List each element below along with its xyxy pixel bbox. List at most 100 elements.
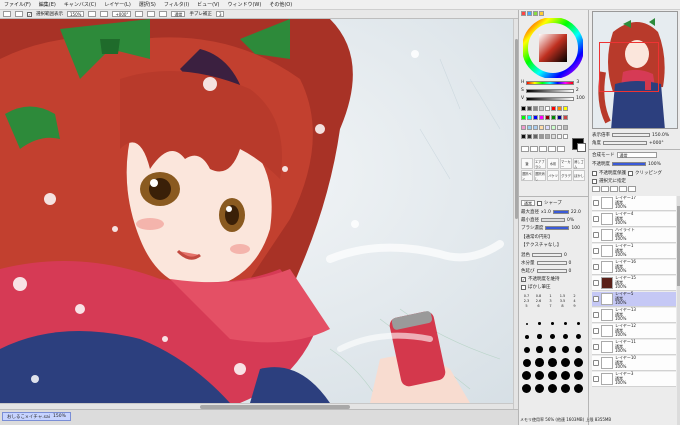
color-swatch[interactable] [557, 124, 562, 130]
layer-visibility-eye-icon[interactable] [593, 376, 599, 382]
layer-row[interactable]: レイヤー10 通常 100% [592, 356, 676, 371]
hsv-slider-v[interactable]: V 100 [521, 96, 585, 101]
layer-row[interactable]: レイヤー16 通常 100% [592, 260, 676, 275]
brush-size-dot-button[interactable] [521, 370, 532, 381]
layer-opacity-slider[interactable] [612, 162, 646, 166]
swatch-grid[interactable] [521, 106, 571, 142]
secondary-color-swatch[interactable] [577, 143, 586, 152]
zoom-out-button[interactable] [88, 11, 97, 17]
keep-opacity-check[interactable]: ✓ [521, 276, 526, 282]
hue-bar[interactable] [526, 80, 575, 85]
new-layer-button[interactable] [592, 186, 600, 192]
brush-size-dot-button[interactable] [547, 344, 558, 355]
water-slider[interactable] [536, 261, 567, 265]
brush-size-dot-button[interactable] [573, 383, 584, 394]
brush-size-dot-button[interactable] [521, 344, 532, 355]
brush-size-cell[interactable]: 2 [569, 294, 580, 298]
brush-size-dot-button[interactable] [534, 383, 545, 394]
color-swatch[interactable] [533, 124, 538, 130]
brush-min-slider[interactable] [541, 218, 565, 222]
color-swatch[interactable] [563, 115, 568, 121]
brush-preset-8[interactable]: グラデ [560, 170, 572, 181]
document-tab[interactable]: おしるこ×イチャ.sai 150% [2, 412, 71, 421]
color-wheel[interactable] [523, 18, 583, 78]
color-swatch[interactable] [551, 115, 556, 121]
brush-preset-1[interactable]: エアブラシ [534, 158, 546, 169]
brush-size-dot-button[interactable] [547, 357, 558, 368]
layer-row[interactable]: レイヤー3 通常 100% [592, 372, 676, 387]
color-swatch[interactable] [551, 133, 556, 139]
color-swatch[interactable] [545, 115, 550, 121]
color-swatch[interactable] [527, 115, 532, 121]
menu-item-2[interactable]: キャンバス(C) [64, 1, 96, 8]
brush-size-dot-button[interactable] [560, 357, 571, 368]
value-bar[interactable] [526, 96, 575, 101]
nav-angle-slider[interactable] [603, 141, 647, 145]
brush-size-cell[interactable]: 2.3 [521, 299, 532, 303]
lasso-tool-icon[interactable] [530, 146, 538, 152]
color-swatch[interactable] [563, 124, 568, 130]
opacity-protect-row[interactable]: 不透明度保護 クリッピング [592, 170, 662, 176]
brush-size-slider[interactable] [552, 210, 569, 214]
color-swatch[interactable] [521, 115, 526, 121]
brush-size-dot-button[interactable] [521, 357, 532, 368]
color-swatch[interactable] [539, 106, 544, 111]
color-swatch[interactable] [527, 124, 532, 130]
blend-slider[interactable] [532, 253, 562, 257]
brush-size-dot-button[interactable] [521, 383, 532, 394]
layer-visibility-eye-icon[interactable] [593, 280, 599, 286]
brush-size-dot-button[interactable] [534, 370, 545, 381]
color-swatch[interactable] [527, 133, 532, 139]
brush-size-dot-button[interactable] [547, 318, 558, 329]
brush-size-dot-button[interactable] [547, 370, 558, 381]
new-folder-button[interactable] [601, 186, 609, 192]
color-swatch[interactable] [557, 133, 562, 139]
angle-select[interactable]: +000° [112, 11, 132, 17]
brush-size-cell[interactable]: 9 [569, 304, 580, 308]
brush-size-dot-button[interactable] [534, 331, 545, 342]
merge-down-button[interactable] [619, 186, 627, 192]
hsv-slider-s[interactable]: S 2 [521, 88, 579, 93]
blur-pressure-check[interactable] [521, 284, 526, 290]
color-swatch[interactable] [539, 124, 544, 130]
opacity-protect-check[interactable] [592, 170, 597, 176]
blur-pressure-row[interactable]: ぼかし筆圧 [521, 284, 551, 290]
color-swatch[interactable] [545, 106, 550, 111]
saturation-bar[interactable] [525, 88, 574, 93]
brush-texture-row[interactable]: 【テクスチャなし】 [521, 242, 561, 248]
brush-size-cell[interactable]: 0.8 [533, 294, 544, 298]
layer-visibility-eye-icon[interactable] [593, 328, 599, 334]
layer-blend-select[interactable]: 通常 [616, 152, 657, 158]
brush-shape-row[interactable]: 【通常の円形】 [521, 234, 553, 240]
brush-preset-7[interactable]: バケツ [547, 170, 559, 181]
redo-button[interactable] [15, 11, 23, 17]
layer-visibility-eye-icon[interactable] [593, 312, 599, 318]
menu-item-4[interactable]: 選択(S) [139, 1, 156, 8]
layer-row[interactable]: ハイライト 通常 100% [592, 228, 676, 243]
hsv-slider-h[interactable]: H 3 [521, 80, 579, 85]
color-swatch[interactable] [521, 106, 526, 111]
copy-layer-button[interactable] [610, 186, 618, 192]
stretch-slider[interactable] [536, 269, 567, 273]
brush-size-cell[interactable]: 8 [557, 304, 568, 308]
layer-visibility-eye-icon[interactable] [593, 232, 599, 238]
brush-preset-5[interactable]: 選択ペン [521, 170, 533, 181]
brush-blend-select[interactable]: 通常 [521, 200, 535, 206]
rgb-slider-icon[interactable] [527, 11, 532, 16]
navigator-preview[interactable] [592, 11, 678, 129]
brush-preset-2[interactable]: 水彩 [547, 158, 559, 169]
color-swatch[interactable] [551, 124, 556, 130]
brush-edge-check[interactable] [537, 200, 542, 206]
rotate-left-button[interactable] [135, 11, 144, 17]
selection-display-checkbox[interactable]: ✓ [27, 11, 32, 17]
brush-size-dot-button[interactable] [560, 383, 571, 394]
menu-item-8[interactable]: その他(O) [269, 1, 292, 8]
select-tool-icon[interactable] [521, 146, 529, 152]
color-swatch[interactable] [533, 133, 538, 139]
menu-item-0[interactable]: ファイル(F) [4, 1, 31, 8]
menu-item-1[interactable]: 編集(E) [39, 1, 56, 8]
layer-row[interactable]: レイヤー11 通常 100% [592, 340, 676, 355]
brush-size-dot-button[interactable] [547, 331, 558, 342]
layer-row[interactable]: レイヤー17 通常 100% [592, 196, 676, 211]
brush-preset-3[interactable]: マーカー [560, 158, 572, 169]
